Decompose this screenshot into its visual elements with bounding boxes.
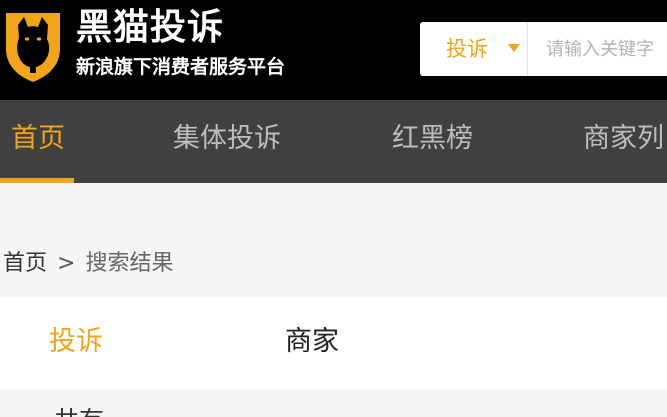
nav-item-red-black-list[interactable]: 红黑榜	[392, 122, 473, 156]
tab-complaints[interactable]: 投诉	[49, 325, 103, 359]
search-type-dropdown[interactable]: 投诉	[420, 22, 528, 76]
search-type-label: 投诉	[446, 37, 488, 61]
result-tabs: 投诉 商家	[0, 297, 667, 389]
tab-merchants[interactable]: 商家	[285, 325, 339, 359]
result-count-prefix: 共有	[54, 406, 104, 417]
site-header: 黑猫投诉 新浪旗下消费者服务平台 投诉	[0, 0, 667, 100]
breadcrumb-current: 搜索结果	[85, 251, 174, 276]
nav-item-group-complaints[interactable]: 集体投诉	[173, 122, 281, 156]
brand-title[interactable]: 黑猫投诉	[76, 8, 224, 48]
search-input[interactable]	[530, 22, 667, 76]
result-count-text: 共有	[54, 406, 104, 417]
breadcrumb: 首页 > 搜索结果	[3, 250, 173, 278]
search-box: 投诉	[420, 22, 667, 76]
brand-subtitle: 新浪旗下消费者服务平台	[76, 56, 286, 78]
result-summary: 共有	[0, 389, 667, 417]
main-nav: 首页 集体投诉 红黑榜 商家列	[0, 100, 667, 183]
nav-active-indicator	[0, 178, 74, 183]
nav-item-home[interactable]: 首页	[11, 122, 65, 156]
breadcrumb-separator: >	[57, 251, 76, 276]
black-cat-shield-icon[interactable]	[0, 3, 66, 83]
breadcrumb-home[interactable]: 首页	[3, 251, 47, 276]
caret-down-icon	[508, 44, 520, 52]
nav-item-merchant-list[interactable]: 商家列	[583, 122, 664, 156]
